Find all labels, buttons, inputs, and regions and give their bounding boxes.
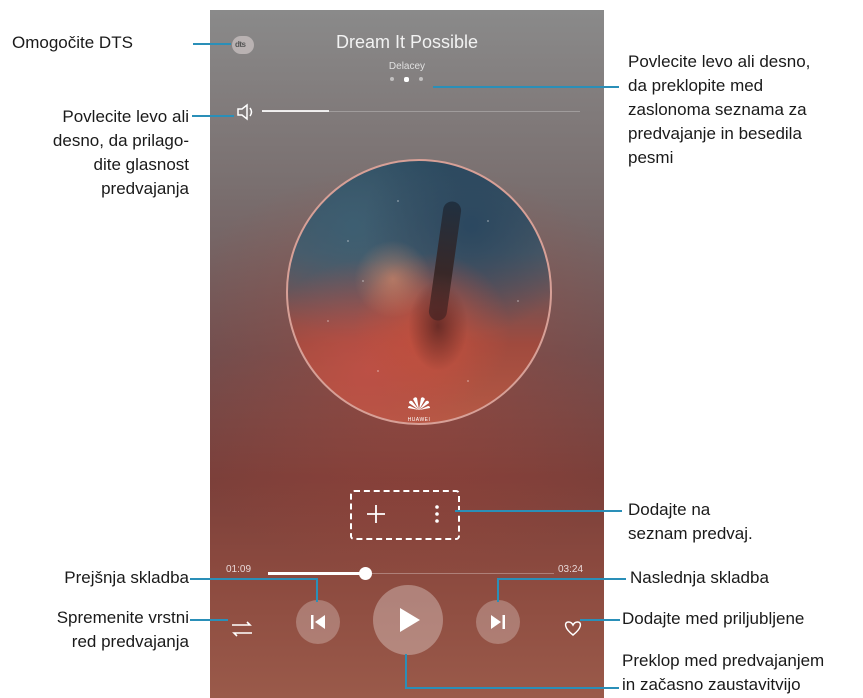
callout-line-previous — [190, 578, 317, 580]
page-dot — [419, 77, 423, 81]
previous-button[interactable] — [296, 600, 340, 644]
callout-line-play-v — [405, 654, 407, 688]
progress-fill — [268, 572, 365, 575]
annotation-swipe: Povlecite levo ali desno, da preklopite … — [628, 52, 811, 167]
annotation-dts: Omogočite DTS — [12, 33, 133, 52]
callout-line-previous-v — [316, 578, 318, 602]
callout-line-next-v — [497, 578, 499, 602]
huawei-logo: HUAWEI — [399, 395, 439, 423]
callout-line-volume — [192, 115, 234, 117]
annotation-play-pause: Preklop med predvajanjem in začasno zaus… — [622, 651, 825, 694]
progress-handle[interactable] — [359, 567, 372, 580]
annotation-previous: Prejšnja skladba — [64, 568, 189, 587]
skip-previous-icon — [311, 615, 325, 629]
time-elapsed: 01:09 — [226, 564, 252, 575]
artist-name: Delacey — [388, 61, 426, 72]
annotation-favorite: Dodajte med priljubljene — [622, 609, 805, 628]
song-title: Dream It Possible — [335, 32, 479, 52]
callout-line-dts — [193, 43, 231, 45]
page-dot — [390, 77, 394, 81]
skip-next-icon — [491, 615, 505, 629]
annotation-volume: Povlecite levo ali desno, da prilago- di… — [52, 107, 189, 198]
callout-line-swipe — [433, 86, 619, 88]
callout-line-favorite — [580, 619, 620, 621]
heart-icon[interactable] — [562, 618, 584, 638]
annotation-add-playlist: Dodajte na seznam predvaj. — [628, 500, 753, 543]
album-art-nebula-base — [408, 281, 468, 371]
album-art[interactable]: HUAWEI — [286, 159, 552, 425]
callout-line-add — [455, 510, 622, 512]
callout-line-order — [190, 619, 228, 621]
play-button[interactable] — [373, 585, 443, 655]
plus-icon[interactable] — [362, 500, 390, 528]
time-total: 03:24 — [558, 564, 584, 575]
callout-line-next — [497, 578, 626, 580]
annotation-order: Spremenite vrstni red predvajanja — [56, 608, 189, 651]
callout-line-play — [405, 687, 619, 689]
shuffle-icon[interactable] — [230, 618, 254, 640]
speaker-icon[interactable] — [236, 102, 258, 122]
page-dot-active — [404, 76, 409, 82]
volume-slider-fill — [262, 110, 329, 112]
annotation-next: Naslednja skladba — [630, 568, 769, 587]
play-icon — [400, 608, 420, 632]
next-button[interactable] — [476, 600, 520, 644]
more-vertical-icon[interactable] — [430, 500, 444, 528]
phone-screen: dts Dream It Possible Delacey HUAWEI 01:… — [210, 10, 604, 698]
